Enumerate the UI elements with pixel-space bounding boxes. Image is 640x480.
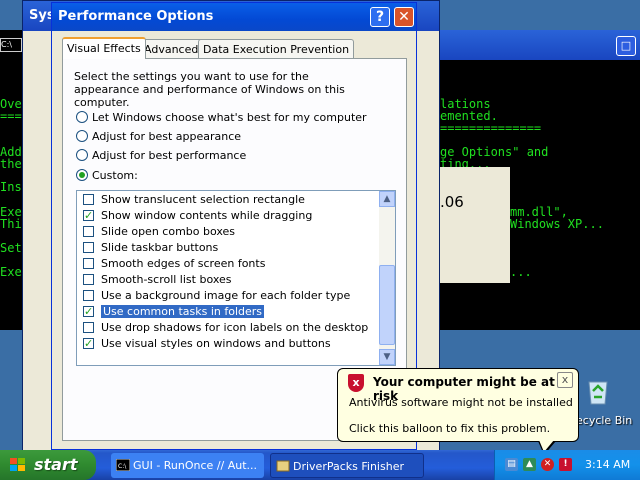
visual-effects-list[interactable]: Show translucent selection rectangle Sho… <box>76 190 396 366</box>
taskbar-item-runonce[interactable]: C:\ GUI - RunOnce // Aut... <box>111 453 264 478</box>
start-button[interactable]: start <box>0 450 96 480</box>
console-left-line: Exe <box>0 265 22 279</box>
console-left-line: the <box>0 157 22 171</box>
radio-label: Custom: <box>92 169 138 182</box>
taskbar-item-label: DriverPacks Finisher <box>293 460 404 473</box>
checkbox-checked[interactable] <box>83 304 94 320</box>
scroll-thumb[interactable] <box>379 265 395 345</box>
radio-circle-selected[interactable] <box>76 169 88 181</box>
dialog-titlebar[interactable]: Performance Options ? ✕ <box>52 3 416 31</box>
taskbar: start C:\ GUI - RunOnce // Aut... Driver… <box>0 450 640 480</box>
checkbox[interactable] <box>83 321 94 333</box>
list-item-label: Slide open combo boxes <box>101 225 236 238</box>
list-item[interactable]: Show window contents while dragging <box>83 208 312 224</box>
tab-visual-effects[interactable]: Visual Effects <box>62 37 146 59</box>
radio-custom[interactable]: Custom: <box>76 168 138 184</box>
security-alert-balloon[interactable]: x Your computer might be at risk x Antiv… <box>337 368 579 455</box>
checkbox-checked[interactable] <box>83 208 94 224</box>
list-item[interactable]: Slide open combo boxes <box>83 224 235 240</box>
taskbar-item-label: GUI - RunOnce // Aut... <box>133 459 258 472</box>
security-alert-icon[interactable]: ! <box>559 458 572 471</box>
checkbox[interactable] <box>83 273 94 285</box>
list-item[interactable]: Use a background image for each folder t… <box>83 288 350 304</box>
list-item-label: Show translucent selection rectangle <box>101 193 305 206</box>
list-item[interactable]: Use visual styles on windows and buttons <box>83 336 331 352</box>
console-line: Windows XP... <box>510 217 604 231</box>
description-text: Select the settings you want to use for … <box>74 70 345 109</box>
checkbox[interactable] <box>83 257 94 269</box>
list-item[interactable]: Use drop shadows for icon labels on the … <box>83 320 368 336</box>
console-overlay-panel: .06 <box>440 167 510 283</box>
console-titlebar[interactable]: □ <box>440 30 640 60</box>
list-item-label: Use common tasks in folders <box>101 305 265 318</box>
scroll-up-icon[interactable]: ▲ <box>379 191 395 207</box>
checkbox[interactable] <box>83 225 94 237</box>
checkbox[interactable] <box>83 289 94 301</box>
overlay-number: .06 <box>440 193 464 211</box>
console-left-line: Set <box>0 241 22 255</box>
safely-remove-icon[interactable]: ▲ <box>523 458 536 471</box>
close-button[interactable]: ✕ <box>394 7 414 27</box>
list-scrollbar[interactable]: ▲ ▼ <box>379 191 395 365</box>
console-icon: C:\ <box>116 459 130 471</box>
security-shield-icon: x <box>348 374 364 392</box>
console-left-strip: Ove === Add the Ins Exe Thi Set Exe <box>0 30 22 330</box>
console-left-line: Ins <box>0 180 22 194</box>
recycle-bin-icon[interactable] <box>582 374 614 406</box>
list-item-label: Smooth-scroll list boxes <box>101 273 232 286</box>
radio-let-windows-choose[interactable]: Let Windows choose what's best for my co… <box>76 110 367 126</box>
list-item[interactable]: Slide taskbar buttons <box>83 240 218 256</box>
tab-advanced[interactable]: Advanced <box>139 39 204 59</box>
recycle-bin-label[interactable]: ecycle Bin <box>576 414 632 427</box>
console-left-line: Thi <box>0 217 22 231</box>
console-window: □ lations emented. ============== ge Opt… <box>440 30 640 330</box>
console-left-line: === <box>0 109 22 123</box>
help-button[interactable]: ? <box>370 7 390 27</box>
list-item-label: Show window contents while dragging <box>101 209 313 222</box>
list-item-label: Smooth edges of screen fonts <box>101 257 266 270</box>
list-item[interactable]: Show translucent selection rectangle <box>83 192 305 208</box>
radio-best-appearance[interactable]: Adjust for best appearance <box>76 129 241 145</box>
svg-text:C:\: C:\ <box>118 463 127 470</box>
radio-best-performance[interactable]: Adjust for best performance <box>76 148 246 164</box>
driverpacks-icon <box>276 460 290 472</box>
list-item-label: Use drop shadows for icon labels on the … <box>101 321 369 334</box>
radio-circle[interactable] <box>76 130 88 142</box>
checkbox[interactable] <box>83 193 94 205</box>
list-item-selected[interactable]: Use common tasks in folders <box>83 304 265 320</box>
list-item-label: Use a background image for each folder t… <box>101 289 351 302</box>
network-icon[interactable]: ▤ <box>505 458 518 471</box>
start-label: start <box>34 455 78 474</box>
radio-label: Adjust for best performance <box>92 149 247 162</box>
radio-circle[interactable] <box>76 149 88 161</box>
taskbar-item-driverpacks[interactable]: DriverPacks Finisher <box>270 453 424 478</box>
checkbox[interactable] <box>83 241 94 253</box>
security-center-icon[interactable]: ✕ <box>541 458 554 471</box>
list-item-label: Slide taskbar buttons <box>101 241 219 254</box>
dialog-title: Performance Options <box>58 9 214 24</box>
checkbox-checked[interactable] <box>83 336 94 352</box>
list-item-label: Use visual styles on windows and buttons <box>101 337 331 350</box>
system-tray: ▤ ▲ ✕ ! 3:14 AM <box>494 450 640 480</box>
radio-label: Adjust for best appearance <box>92 130 242 143</box>
scroll-down-icon[interactable]: ▼ <box>379 349 395 365</box>
balloon-message: Antivirus software might not be installe… <box>349 396 573 409</box>
clock[interactable]: 3:14 AM <box>585 450 630 480</box>
console-line: ============== <box>440 121 542 135</box>
windows-flag-icon <box>10 458 25 471</box>
tab-data-execution-prevention[interactable]: Data Execution Prevention <box>198 39 355 59</box>
console-line: ... <box>510 265 532 279</box>
radio-label: Let Windows choose what's best for my co… <box>92 111 367 124</box>
balloon-action-text[interactable]: Click this balloon to fix this problem. <box>349 422 550 435</box>
console-window-icon: C:\ <box>0 38 22 52</box>
list-item[interactable]: Smooth-scroll list boxes <box>83 272 232 288</box>
console-maximize-button[interactable]: □ <box>616 36 636 56</box>
balloon-close-button[interactable]: x <box>557 372 573 388</box>
list-item[interactable]: Smooth edges of screen fonts <box>83 256 265 272</box>
radio-circle[interactable] <box>76 111 88 123</box>
